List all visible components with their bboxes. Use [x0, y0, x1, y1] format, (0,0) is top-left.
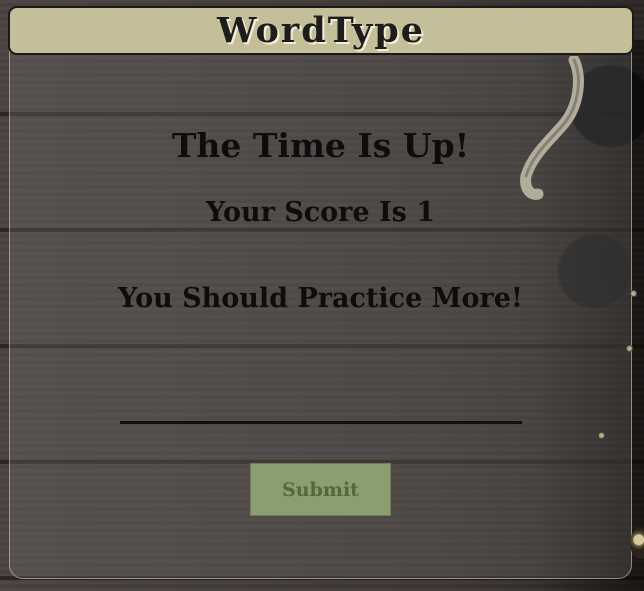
- submit-button[interactable]: Submit: [250, 463, 391, 516]
- app-title: WordType: [217, 10, 425, 51]
- time-up-message: The Time Is Up!: [171, 126, 470, 165]
- advice-message: You Should Practice More!: [118, 283, 523, 314]
- answer-input[interactable]: [120, 388, 522, 424]
- screw-decoration: [630, 290, 637, 297]
- screw-decoration: [598, 432, 605, 439]
- screw-decoration: [626, 345, 633, 352]
- app-header: WordType: [8, 6, 634, 55]
- score-message: Your Score Is 1: [206, 197, 435, 228]
